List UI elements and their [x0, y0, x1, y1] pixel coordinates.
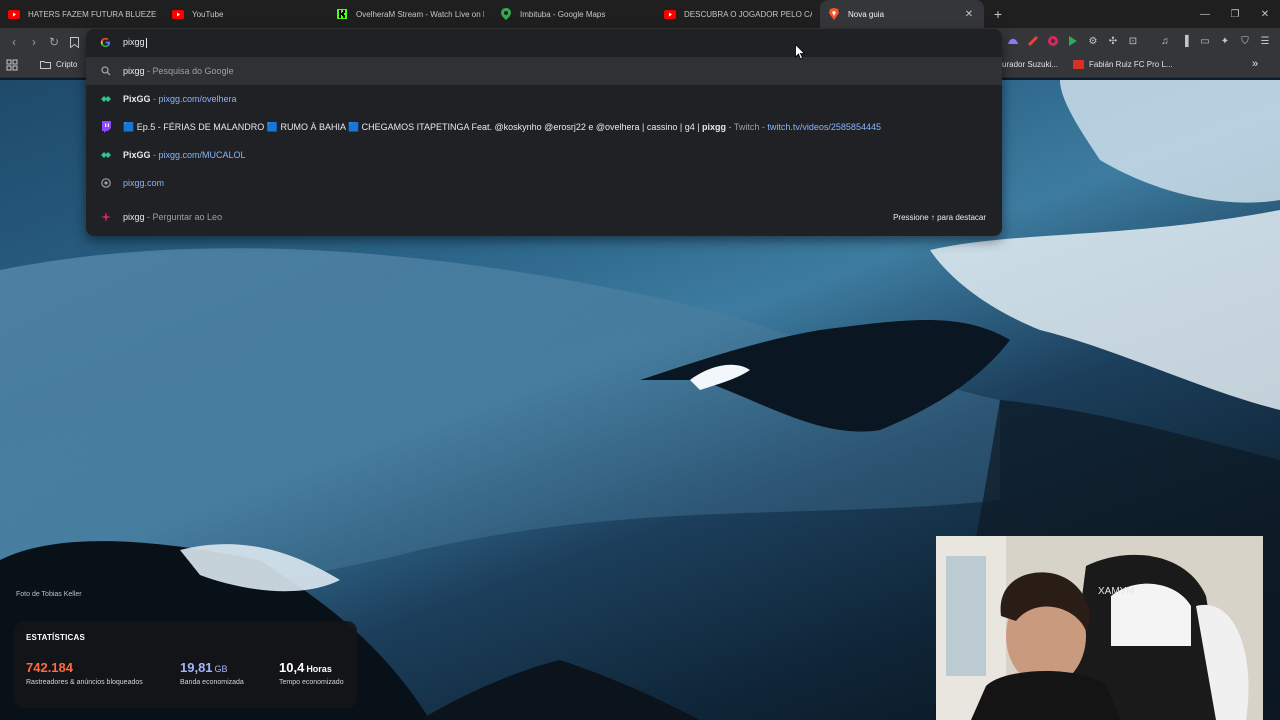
mouse-cursor-icon [795, 44, 805, 60]
pixgg-icon [100, 93, 112, 105]
suggestion-history-item[interactable]: 🟦 Ep.5 - FÉRIAS DE MALANDRO 🟦 RUMO À BAH… [86, 113, 1002, 141]
bookmark-label: urador Suzuki... [1002, 60, 1059, 69]
stat-value: 19,81 [180, 660, 213, 675]
pixgg-icon [100, 149, 112, 161]
tab-title: HATERS FAZEM FUTURA BLUEZETE D [28, 9, 156, 19]
extension-icon[interactable] [1026, 34, 1040, 48]
bookmark-item[interactable]: urador Suzuki... [1002, 60, 1058, 69]
suggestion-url-item[interactable]: pixgg.com [86, 169, 1002, 197]
youtube-icon [172, 8, 184, 20]
youtube-icon [664, 8, 676, 20]
plus-icon: + [993, 6, 1003, 22]
menu-icon[interactable]: ☰ [1258, 34, 1272, 48]
stat-time: 10,4 Horas Tempo economizado [279, 660, 344, 686]
text-caret [145, 37, 147, 48]
tab[interactable]: HATERS FAZEM FUTURA BLUEZETE D [0, 0, 164, 28]
stat-label: Tempo economizado [279, 679, 344, 686]
wallet-icon[interactable]: ▭ [1198, 34, 1212, 48]
globe-icon [100, 177, 112, 189]
omnibox-dropdown: pixgg pixgg - Pesquisa do Google PixGG -… [86, 29, 1002, 236]
suggestion-history-item[interactable]: PixGG - pixgg.com/MUCALOL [86, 141, 1002, 169]
bookmark-folder-cripto[interactable]: Cripto [40, 60, 77, 69]
webcam-overlay: XAMYM [936, 536, 1263, 720]
window-controls: — ❐ ✕ [1190, 0, 1280, 28]
tab-strip: HATERS FAZEM FUTURA BLUEZETE D YouTube O… [0, 0, 1280, 28]
apps-grid-icon[interactable] [6, 59, 18, 71]
stat-bandwidth: 19,81 GB Banda economizada [180, 660, 244, 686]
stats-heading: ESTATÍSTICAS [26, 633, 85, 642]
restore-button[interactable]: ❐ [1220, 0, 1250, 28]
suggestion-ask-leo[interactable]: pixgg - Perguntar ao Leo Pressione ↑ par… [86, 203, 1002, 231]
streamer-webcam-image: XAMYM [936, 536, 1263, 720]
stat-trackers: 742.184 Rastreadores & anúncios bloquead… [26, 660, 143, 686]
leo-ai-icon[interactable]: ✦ [1218, 34, 1232, 48]
address-bar-input[interactable]: pixgg [86, 29, 1002, 56]
new-tab-button[interactable]: + [984, 0, 1012, 28]
search-icon [100, 65, 112, 77]
stats-widget: ESTATÍSTICAS 742.184 Rastreadores & anún… [14, 621, 357, 708]
photo-credit[interactable]: Foto de Tobias Keller [16, 591, 82, 598]
stat-unit: GB [214, 664, 228, 674]
minimize-button[interactable]: — [1190, 0, 1220, 28]
tab-title: YouTube [192, 9, 224, 19]
puzzle-icon[interactable]: ✣ [1106, 34, 1120, 48]
brave-icon [828, 8, 840, 20]
tab-title: OvelheraM Stream - Watch Live on K [356, 9, 484, 19]
twitch-icon [100, 121, 112, 133]
address-bar-text: pixgg [123, 37, 145, 47]
suggestion-history-item[interactable]: PixGG - pixgg.com/ovelhera [86, 85, 1002, 113]
bookmark-item[interactable]: Fabián Ruiz FC Pro L... [1073, 60, 1173, 69]
extension-icon[interactable] [1006, 34, 1020, 48]
youtube-icon [8, 8, 20, 20]
bookmarks-overflow-button[interactable]: » [1252, 58, 1258, 70]
stat-value: 742.184 [26, 660, 73, 675]
screenshot-icon[interactable]: ⊡ [1126, 34, 1140, 48]
tab[interactable]: OvelheraM Stream - Watch Live on K [328, 0, 492, 28]
stat-label: Banda economizada [180, 679, 244, 686]
close-window-button[interactable]: ✕ [1250, 0, 1280, 28]
play-icon[interactable] [1066, 34, 1080, 48]
leo-icon [100, 211, 112, 223]
reload-icon[interactable]: ↻ [46, 34, 62, 50]
tab-active[interactable]: Nova guia ✕ [820, 0, 984, 28]
tab[interactable]: YouTube [164, 0, 328, 28]
tab[interactable]: DESCUBRA O JOGADOR PELO CABEL [656, 0, 820, 28]
vpn-shield-icon[interactable]: ⛉ [1238, 34, 1252, 48]
maps-pin-icon [500, 8, 512, 20]
settings-gear-icon[interactable]: ⚙ [1086, 34, 1100, 48]
bookmark-icon[interactable] [66, 34, 82, 50]
record-icon[interactable] [1046, 34, 1060, 48]
tab-title: DESCUBRA O JOGADOR PELO CABEL [684, 9, 812, 19]
keyboard-hint: Pressione ↑ para destacar [893, 213, 986, 222]
sidebar-icon[interactable]: ▐ [1178, 34, 1192, 48]
close-tab-icon[interactable]: ✕ [962, 9, 976, 20]
fc-site-icon [1073, 60, 1084, 69]
kick-icon [336, 8, 348, 20]
tab-title: Imbituba - Google Maps [520, 9, 606, 19]
tab[interactable]: Imbituba - Google Maps [492, 0, 656, 28]
back-arrow-icon[interactable]: ‹ [6, 34, 22, 50]
media-icon[interactable]: ♫ [1158, 34, 1172, 48]
suggestion-google-search[interactable]: pixgg - Pesquisa do Google [86, 57, 1002, 85]
tab-title: Nova guia [848, 9, 885, 19]
stat-unit: Horas [306, 664, 332, 674]
bookmark-label: Cripto [56, 60, 78, 69]
bookmark-label: Fabián Ruiz FC Pro L... [1089, 60, 1173, 69]
stat-label: Rastreadores & anúncios bloqueados [26, 679, 143, 686]
stat-value: 10,4 [279, 660, 305, 675]
google-icon [100, 37, 111, 48]
chair-logo-text: XAMYM [1098, 586, 1135, 597]
folder-icon [40, 61, 51, 69]
forward-arrow-icon[interactable]: › [26, 34, 42, 50]
